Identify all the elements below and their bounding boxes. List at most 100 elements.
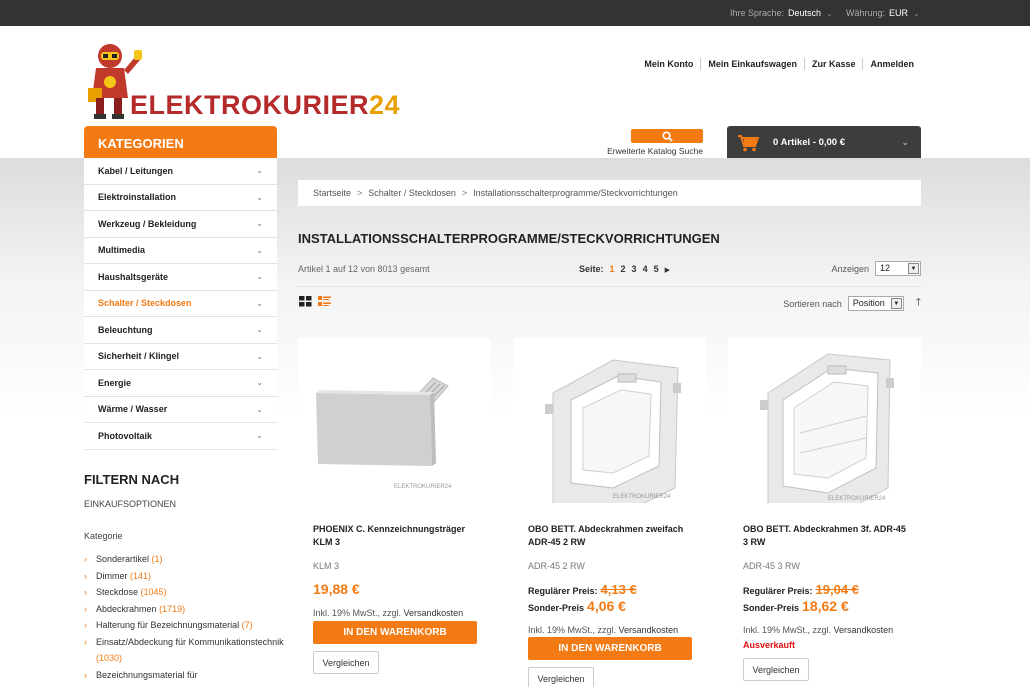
filter-option-count: (1045)	[140, 587, 167, 597]
my-account-link[interactable]: Mein Konto	[637, 58, 700, 70]
chevron-down-icon[interactable]: ⌄	[256, 193, 263, 202]
filter-title: FILTERN NACH	[84, 472, 180, 487]
product-name[interactable]: OBO BETT. Abdeckrahmen 3f. ADR-45 3 RW	[743, 523, 908, 549]
sidebar-item[interactable]: Schalter / Steckdosen ⌄	[84, 290, 277, 317]
sort-label: Sortieren nach	[783, 298, 842, 309]
product-sku: KLM 3	[313, 561, 340, 571]
chevron-down-icon[interactable]: ⌄	[256, 405, 263, 414]
page-link[interactable]: 1	[610, 264, 615, 274]
shipping-link[interactable]: Versandkosten	[619, 625, 679, 635]
sorter: Sortieren nach Position ▼ 🡑	[783, 295, 921, 312]
sidebar-item[interactable]: Werkzeug / Bekleidung ⌄	[84, 211, 277, 238]
page-link[interactable]: 5	[654, 264, 659, 274]
chevron-down-icon: ⌄	[826, 9, 833, 18]
next-page-icon[interactable]: ▶	[665, 267, 670, 274]
filter-subtitle: EINKAUFSOPTIONEN	[84, 499, 177, 509]
chevron-down-icon[interactable]: ⌄	[256, 299, 263, 308]
chevron-down-icon[interactable]: ⌄	[256, 431, 263, 440]
filter-option[interactable]: › Sonderartikel (1)	[84, 551, 284, 568]
regular-price: Regulärer Preis: 19,04 €	[743, 582, 859, 597]
pagination-label: Seite:	[579, 264, 604, 274]
login-link[interactable]: Anmelden	[862, 58, 921, 70]
compare-button[interactable]: Vergleichen	[528, 667, 594, 687]
chevron-down-icon[interactable]: ⌄	[256, 166, 263, 175]
chevron-down-icon[interactable]: ⌄	[256, 219, 263, 228]
search-button[interactable]	[631, 129, 703, 143]
breadcrumb: Startseite > Schalter / Steckdosen > Install…	[298, 180, 921, 206]
language-switcher[interactable]: Ihre Sprache: Deutsch ⌄	[730, 8, 833, 18]
shipping-link[interactable]: Versandkosten	[834, 625, 894, 635]
language-value: Deutsch	[788, 8, 822, 18]
page-link[interactable]: 3	[632, 264, 637, 274]
product-image[interactable]: ELEKTROKURIER24	[298, 338, 491, 503]
page-link[interactable]: 2	[621, 264, 626, 274]
sort-select[interactable]: Position ▼	[847, 296, 904, 311]
chevron-down-icon[interactable]: ⌄	[256, 378, 263, 387]
sidebar-item[interactable]: Elektroinstallation ⌄	[84, 184, 277, 211]
top-bar: Ihre Sprache: Deutsch ⌄ Währung: EUR ⌄	[0, 0, 1030, 26]
cart-summary: 0 Artikel - 0,00 €	[773, 137, 845, 148]
add-to-cart-button[interactable]: IN DEN WARENKORB	[313, 621, 477, 644]
limiter-select[interactable]: 12 ▼	[875, 261, 921, 276]
sidebar-item-label: Haushaltsgeräte	[98, 271, 169, 282]
product-card: ELEKTROKURIER24 PHOENIX C. Kennzeichnung…	[298, 338, 491, 687]
currency-switcher[interactable]: Währung: EUR ⌄	[846, 8, 920, 18]
product-name[interactable]: OBO BETT. Abdeckrahmen zweifach ADR-45 2…	[528, 523, 693, 549]
breadcrumb-home[interactable]: Startseite	[313, 188, 351, 198]
filter-option-label: Dimmer	[96, 570, 128, 581]
sidebar-item[interactable]: Beleuchtung ⌄	[84, 317, 277, 344]
sidebar-item-label: Multimedia	[98, 245, 146, 256]
filter-option-count: (1719)	[159, 603, 186, 614]
pagination: Seite: 1 2 3 4 5 ▶	[579, 264, 670, 274]
grid-view-icon[interactable]	[299, 296, 312, 307]
breadcrumb-category[interactable]: Schalter / Steckdosen	[368, 188, 456, 198]
add-to-cart-button[interactable]: IN DEN WARENKORB	[528, 637, 692, 660]
chevron-down-icon[interactable]: ⌄	[256, 325, 263, 334]
category-sidebar: KATEGORIEN Kabel / Leitungen ⌄ Elektroinst…	[84, 126, 277, 450]
compare-button[interactable]: Vergleichen	[313, 651, 379, 674]
sidebar-item[interactable]: Sicherheit / Klingel ⌄	[84, 343, 277, 370]
chevron-right-icon: ›	[84, 570, 87, 581]
filter-option-label: Sonderartikel	[96, 554, 150, 564]
filter-option[interactable]: › Einsatz/Abdeckung für Kommunikationstec…	[84, 634, 284, 667]
filter-option-label: Halterung für Bezeichnungsmaterial	[96, 620, 240, 630]
filter-option[interactable]: › Bezeichnungsmaterial für Installationss…	[84, 667, 284, 687]
svg-text:ELEKTROKURIER24: ELEKTROKURIER24	[613, 494, 671, 500]
sidebar-item-label: Werkzeug / Bekleidung	[98, 218, 197, 229]
sidebar-item-label: Kabel / Leitungen	[98, 165, 174, 176]
checkout-link[interactable]: Zur Kasse	[803, 58, 863, 70]
mini-cart[interactable]: 0 Artikel - 0,00 € ⌄	[727, 126, 921, 158]
sidebar-item[interactable]: Energie ⌄	[84, 370, 277, 397]
sidebar-item[interactable]: Haushaltsgeräte ⌄	[84, 264, 277, 291]
filter-option-label: Abdeckrahmen	[96, 603, 157, 614]
sidebar-item[interactable]: Multimedia ⌄	[84, 237, 277, 264]
product-image[interactable]: ELEKTROKURIER24	[513, 338, 706, 503]
product-image[interactable]: ELEKTROKURIER24	[728, 338, 921, 503]
page-link[interactable]: 4	[643, 264, 648, 274]
regular-price: Regulärer Preis: 4,13 €	[528, 582, 637, 597]
limiter: Anzeigen 12 ▼	[831, 261, 921, 276]
sort-direction-icon[interactable]: 🡑	[916, 295, 921, 312]
filter-option[interactable]: › Abdeckrahmen (1719)	[84, 601, 284, 618]
chevron-down-icon[interactable]: ⌄	[256, 352, 263, 361]
sidebar-item[interactable]: Wärme / Wasser ⌄	[84, 396, 277, 423]
shipping-link[interactable]: Versandkosten	[404, 608, 464, 618]
search-bar[interactable]: Erweiterte Katalog Suche	[298, 126, 705, 158]
filter-option[interactable]: › Dimmer (141)	[84, 568, 284, 585]
filter-option[interactable]: › Steckdose (1045)	[84, 584, 284, 601]
sidebar-item[interactable]: Photovoltaik ⌄	[84, 423, 277, 450]
chevron-down-icon[interactable]: ⌄	[256, 246, 263, 255]
product-card: ELEKTROKURIER24 OBO BETT. Abdeckrahmen z…	[513, 338, 706, 687]
site-logo[interactable]: ELEKTROKURIER24	[84, 42, 400, 122]
sidebar-item[interactable]: Kabel / Leitungen ⌄	[84, 158, 277, 185]
chevron-down-icon: ⌄	[913, 9, 920, 18]
filter-option[interactable]: › Halterung für Bezeichnungsmaterial (7)	[84, 617, 284, 634]
compare-button[interactable]: Vergleichen	[743, 658, 809, 681]
product-name[interactable]: PHOENIX C. Kennzeichnungsträger KLM 3	[313, 523, 478, 549]
chevron-down-icon[interactable]: ⌄	[256, 272, 263, 281]
list-view-icon[interactable]	[318, 296, 331, 307]
special-price: Sonder-Preis 18,62 €	[743, 598, 849, 614]
my-cart-link[interactable]: Mein Einkaufswagen	[700, 58, 804, 70]
sidebar-item-label: Beleuchtung	[98, 324, 153, 335]
advanced-search-link[interactable]: Erweiterte Katalog Suche	[607, 146, 703, 156]
